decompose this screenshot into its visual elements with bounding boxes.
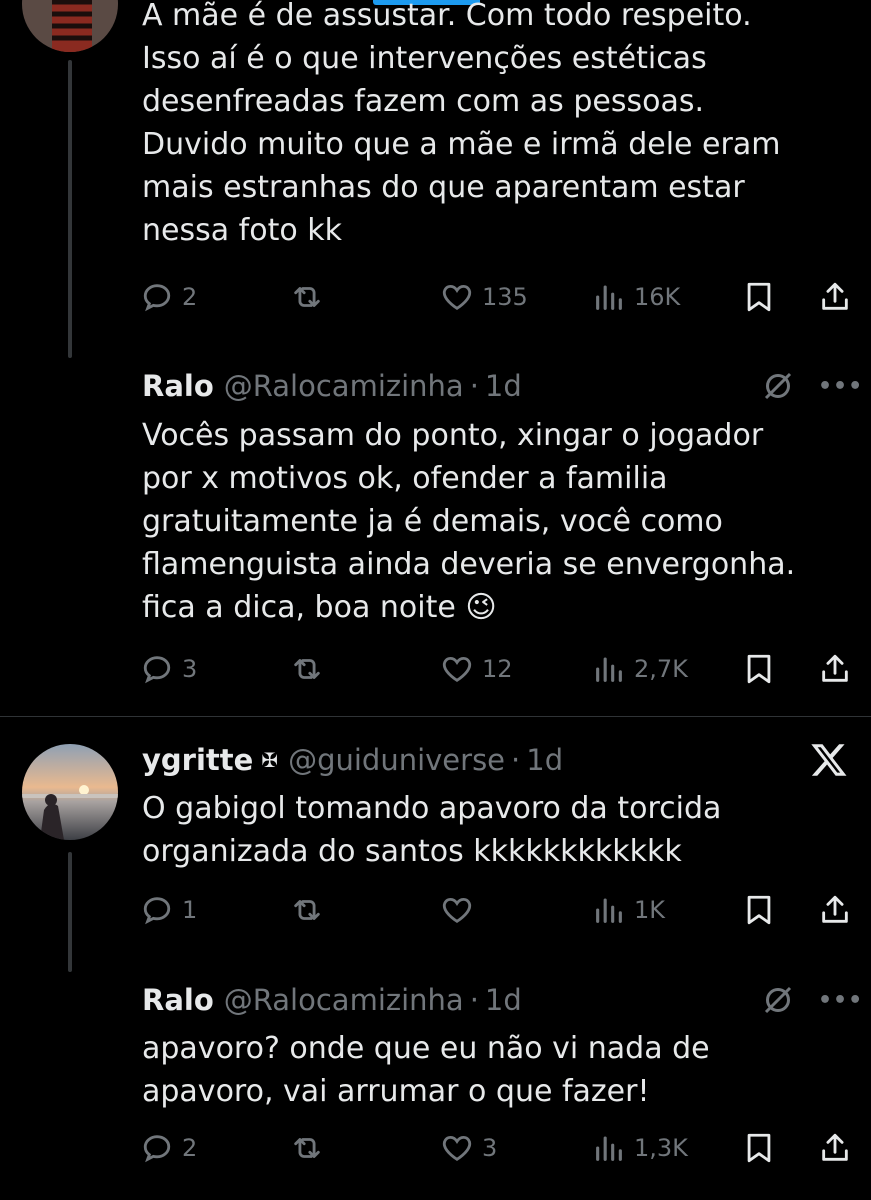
tweet-actions: 2 135 16K: [140, 275, 852, 319]
handle[interactable]: @Ralocamizinha: [224, 369, 464, 403]
timestamp[interactable]: 1d: [485, 983, 522, 1017]
reply-button[interactable]: 2: [140, 1126, 197, 1170]
like-count: 135: [482, 283, 528, 311]
retweet-button[interactable]: [290, 275, 324, 319]
separator-dot: ·: [469, 369, 479, 403]
heart-icon: [442, 284, 472, 310]
reply-count: 2: [182, 1134, 198, 1162]
display-name[interactable]: Ralo: [142, 369, 214, 403]
tweet-text: A mãe é de assustar. Com todo respeito. …: [142, 0, 781, 248]
heart-icon: [442, 656, 472, 682]
tweet-text: O gabigol tomando apavoro da torcida org…: [142, 791, 722, 869]
like-count: 3: [482, 1134, 498, 1162]
reply-button[interactable]: 2: [140, 275, 197, 319]
views-icon: [596, 285, 622, 310]
bookmark-icon: [747, 1133, 771, 1163]
bookmark-icon: [747, 895, 771, 925]
reply-count: 1: [182, 896, 198, 924]
thread-line: [68, 60, 72, 358]
share-button[interactable]: [818, 647, 852, 691]
thread-line: [68, 852, 72, 972]
retweet-icon: [294, 900, 320, 920]
reply-icon: [143, 897, 171, 925]
share-icon: [822, 654, 848, 682]
retweet-button[interactable]: [290, 888, 324, 932]
reply-icon: [143, 284, 171, 312]
display-name[interactable]: ygritte: [142, 743, 253, 777]
share-button[interactable]: [818, 1126, 852, 1170]
timestamp[interactable]: 1d: [485, 369, 522, 403]
share-button[interactable]: [818, 888, 852, 932]
handle[interactable]: @Ralocamizinha: [224, 983, 464, 1017]
separator-dot: ·: [469, 983, 479, 1017]
tweet-header-actions: [808, 739, 850, 781]
avatar[interactable]: [22, 744, 118, 840]
timestamp[interactable]: 1d: [526, 743, 563, 777]
views-count: 1K: [634, 896, 666, 924]
retweet-icon: [294, 1138, 320, 1158]
tweet-header: Ralo @Ralocamizinha · 1d: [142, 980, 522, 1020]
retweet-icon: [294, 659, 320, 679]
share-button[interactable]: [818, 275, 852, 319]
tweet-actions: 3 12 2,7K: [140, 647, 852, 691]
tweet-text: Vocês passam do ponto, xingar o jogador …: [142, 418, 796, 625]
timeline: A mãe é de assustar. Com todo respeito. …: [0, 0, 871, 1200]
slashed-circle-icon: [764, 986, 792, 1014]
views-count: 2,7K: [634, 655, 688, 683]
share-icon: [822, 895, 848, 923]
handle[interactable]: @guiduniverse: [288, 743, 505, 777]
views-button[interactable]: 2,7K: [592, 647, 688, 691]
separator-dot: ·: [511, 743, 521, 777]
views-count: 1,3K: [634, 1134, 688, 1162]
like-button[interactable]: 12: [440, 647, 513, 691]
bookmark-button[interactable]: [742, 888, 776, 932]
tweet-actions: 1 1K: [140, 888, 852, 932]
tweet-header-actions: •••: [760, 982, 863, 1018]
retweet-button[interactable]: [290, 647, 324, 691]
share-icon: [822, 282, 848, 310]
like-button[interactable]: 3: [440, 1126, 497, 1170]
display-name[interactable]: Ralo: [142, 983, 214, 1017]
avatar[interactable]: [22, 0, 118, 52]
cross-badge-icon: ✠: [261, 748, 279, 772]
reply-button[interactable]: 1: [140, 888, 197, 932]
reply-count: 2: [182, 283, 198, 311]
x-logo-icon[interactable]: [808, 739, 850, 781]
tweet-text: apavoro? onde que eu não vi nada de apav…: [142, 1031, 710, 1109]
heart-icon: [442, 1135, 472, 1161]
reply-icon: [143, 1135, 171, 1163]
bookmark-icon: [747, 654, 771, 684]
more-icon[interactable]: •••: [818, 988, 863, 1013]
heart-icon: [442, 897, 472, 923]
views-button[interactable]: 1K: [592, 888, 665, 932]
tweet-header: Ralo @Ralocamizinha · 1d: [142, 366, 522, 406]
tweet-header-actions: •••: [760, 368, 863, 404]
views-button[interactable]: 1,3K: [592, 1126, 688, 1170]
divider: [0, 716, 871, 717]
bookmark-icon: [747, 282, 771, 312]
bookmark-button[interactable]: [742, 275, 776, 319]
reply-button[interactable]: 3: [140, 647, 197, 691]
slashed-circle-icon: [764, 372, 792, 400]
like-button[interactable]: [440, 888, 482, 932]
bookmark-button[interactable]: [742, 647, 776, 691]
reply-count: 3: [182, 655, 198, 683]
like-button[interactable]: 135: [440, 275, 528, 319]
views-icon: [596, 1136, 622, 1161]
reply-icon: [143, 656, 171, 684]
views-count: 16K: [634, 283, 681, 311]
share-icon: [822, 1133, 848, 1161]
bookmark-button[interactable]: [742, 1126, 776, 1170]
like-count: 12: [482, 655, 513, 683]
tweet-header: ygritte ✠ @guiduniverse · 1d: [142, 740, 563, 780]
views-icon: [596, 898, 622, 923]
retweet-button[interactable]: [290, 1126, 324, 1170]
views-button[interactable]: 16K: [592, 275, 680, 319]
views-icon: [596, 657, 622, 682]
retweet-icon: [294, 287, 320, 307]
more-icon[interactable]: •••: [818, 374, 863, 399]
tweet-actions: 2 3 1,3K: [140, 1126, 852, 1170]
